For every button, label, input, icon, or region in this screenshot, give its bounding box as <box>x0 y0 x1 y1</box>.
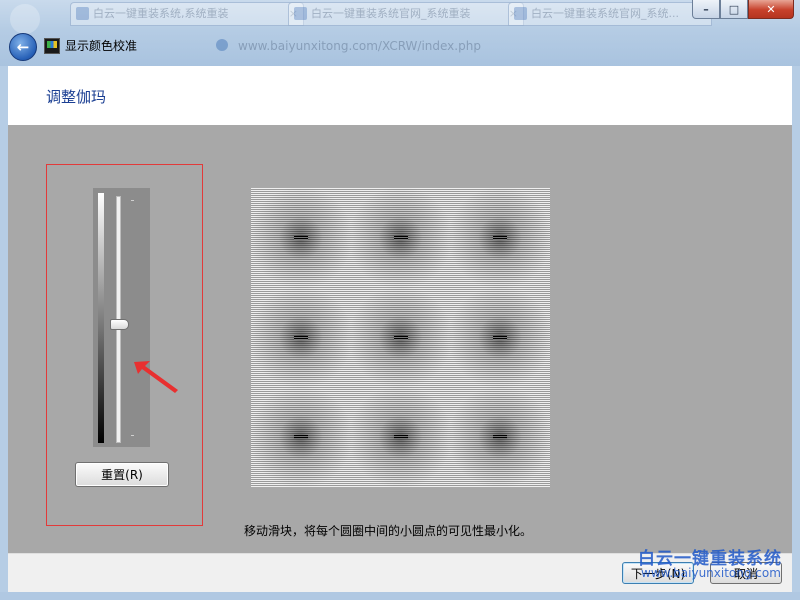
maximize-icon: □ <box>728 2 740 16</box>
center-dot <box>394 435 408 439</box>
window-border-left <box>0 66 8 592</box>
center-dot <box>294 336 308 340</box>
instruction-text: 移动滑块，将每个圆圈中间的小圆点的可见性最小化。 <box>244 524 533 538</box>
maximize-button[interactable]: □ <box>720 0 748 19</box>
center-dot <box>294 435 308 439</box>
window-border-bottom <box>0 592 800 600</box>
minimize-icon: – <box>703 2 709 16</box>
background-browser-icon <box>10 4 40 34</box>
window-title: 显示颜色校准 <box>65 39 138 53</box>
back-arrow-icon: ← <box>16 38 30 56</box>
page-icon <box>294 7 307 20</box>
center-dot <box>493 435 507 439</box>
watermark-url: www.baiyunxitong.com <box>641 566 781 580</box>
background-address-bar: www.baiyunxitong.com/XCRW/index.php <box>238 39 481 53</box>
back-button[interactable]: ← <box>9 33 37 61</box>
calibration-panel: 重置(R) 移动滑块，将每个圆圈中间的小圆点的可见性最小化。 <box>8 125 792 553</box>
page-icon <box>76 7 89 20</box>
minimize-button[interactable]: – <box>692 0 720 19</box>
gamma-slider-panel <box>93 188 150 447</box>
center-dot <box>493 236 507 240</box>
window-border-right <box>792 66 800 592</box>
slider-tick-bottom <box>131 435 134 436</box>
center-dot <box>394 336 408 340</box>
center-dot <box>294 236 308 240</box>
gamma-test-pattern <box>251 188 550 487</box>
globe-icon <box>216 39 228 51</box>
page-title: 调整伽玛 <box>46 88 107 106</box>
page-header: 调整伽玛 <box>8 66 792 125</box>
background-tab-2: 白云一键重装系统官网_系统重装 × <box>288 2 524 26</box>
display-calibration-icon <box>44 38 60 54</box>
gamma-slider-highlight: 重置(R) <box>46 164 203 526</box>
brightness-gradient-bar <box>98 193 104 443</box>
background-tab-1: 白云一键重装系统,系统重装 × <box>70 2 304 26</box>
window-controls: – □ ✕ <box>692 0 794 19</box>
center-dot <box>493 336 507 340</box>
title-bar: 白云一键重装系统,系统重装 × 白云一键重装系统官网_系统重装 × 白云一键重装… <box>0 0 800 66</box>
close-icon: ✕ <box>766 2 776 16</box>
close-button[interactable]: ✕ <box>748 0 794 19</box>
red-arrow-icon <box>134 361 178 393</box>
gamma-slider-thumb[interactable] <box>110 318 129 330</box>
page-icon <box>514 7 527 20</box>
reset-button[interactable]: 重置(R) <box>75 462 169 487</box>
background-tab-3: 白云一键重装系统官网_系统... <box>508 2 712 26</box>
slider-tick-top <box>131 200 134 201</box>
center-dot <box>394 236 408 240</box>
